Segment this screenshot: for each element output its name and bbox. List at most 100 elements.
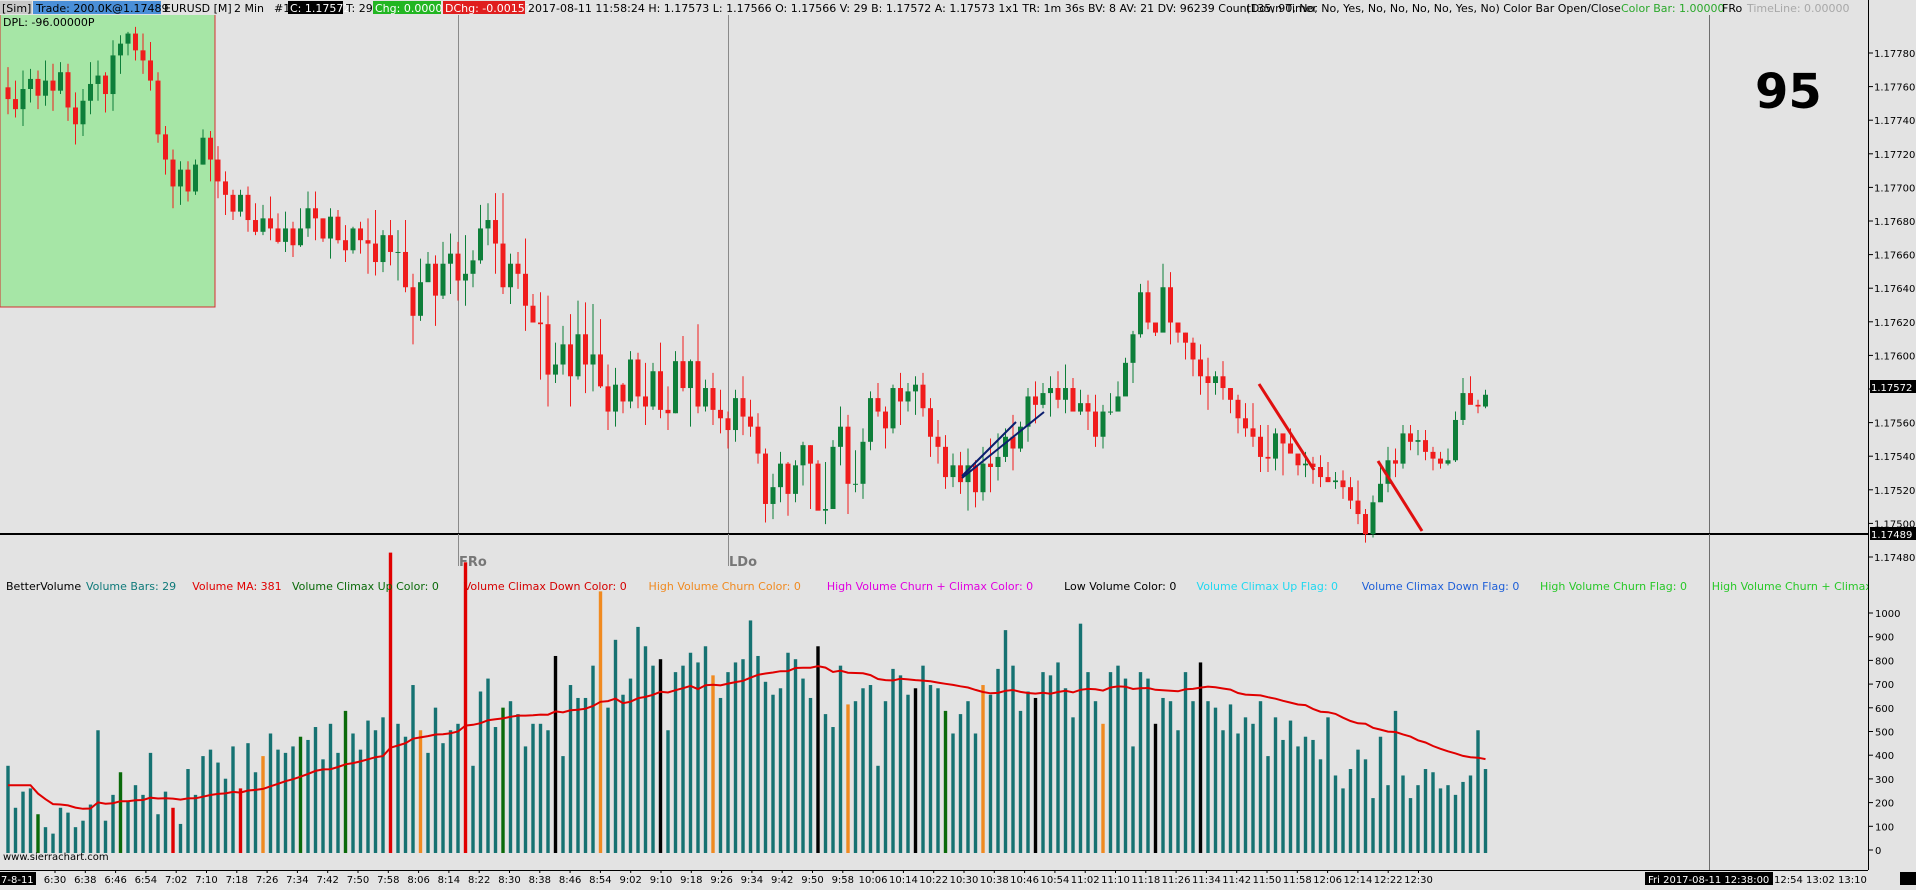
volume-tick-label: 1000: [1875, 609, 1900, 620]
candle-body: [575, 334, 581, 377]
volume-bar: [328, 723, 333, 853]
candle-body: [1265, 456, 1271, 459]
time-tick-label: 10:38: [980, 875, 1009, 886]
candle-body: [350, 228, 356, 251]
candle-body: [118, 43, 123, 56]
tick-count: T: 29: [345, 2, 373, 15]
candle-body: [58, 72, 63, 91]
volume-bar: [1033, 697, 1038, 853]
volume-bar: [1363, 759, 1368, 853]
volume-bar: [313, 727, 318, 853]
volume-bar: [553, 655, 558, 853]
candle-body: [1055, 388, 1061, 400]
candle-body: [395, 251, 401, 253]
price-tick-label: 1.17620: [1874, 318, 1915, 329]
fro-marker-label: FRo: [459, 555, 487, 570]
candle-body: [680, 361, 686, 389]
candle-body: [815, 463, 821, 511]
volume-bar: [1483, 769, 1488, 853]
volume-bar: [613, 639, 618, 853]
candle-body: [958, 465, 963, 483]
volume-bar: [1108, 672, 1113, 853]
candle-body: [388, 235, 393, 252]
candle-body: [380, 235, 386, 263]
time-tick-label: 11:26: [1162, 875, 1191, 886]
candle-body: [425, 263, 431, 283]
time-tick-label: 6:38: [74, 875, 96, 886]
candle-body: [875, 398, 881, 412]
dpl-value: DPL: -96.00000P: [3, 16, 95, 29]
volume-legend-item: Volume Climax Up Flag: 0: [1197, 580, 1339, 593]
candle: [868, 391, 873, 451]
volume-bar: [681, 665, 685, 853]
time-tick-label: 11:10: [1101, 875, 1130, 886]
candle-body: [5, 87, 11, 100]
volume-bar: [133, 785, 138, 853]
candle-body: [560, 344, 566, 365]
volume-bar: [1041, 672, 1045, 853]
candle-body: [238, 194, 243, 212]
timeframe-label[interactable]: 2 Min: [234, 2, 264, 15]
volume-bar: [1003, 630, 1008, 853]
candle-body: [1363, 514, 1368, 535]
close-value: C: 1.17572: [290, 2, 350, 15]
candle-body: [695, 361, 701, 407]
time-tick-label: 9:26: [710, 875, 732, 886]
candle-body: [620, 384, 626, 402]
volume-bar: [1011, 665, 1015, 853]
symbol-label[interactable]: EURUSD [M]: [164, 2, 232, 15]
candle-body: [1483, 394, 1488, 407]
volume-legend-item: High Volume Churn Flag: 0: [1540, 580, 1687, 593]
chart-canvas[interactable]: FRo LDo [Sim] Trade: 200.0K@1.17489 EURU…: [0, 0, 1916, 886]
candle-body: [1250, 428, 1256, 437]
platform-tag: [Sim]: [2, 2, 31, 15]
candle-body: [590, 354, 596, 365]
candle-body: [763, 453, 768, 504]
volume-bar: [351, 733, 355, 853]
volume-bar: [1101, 723, 1105, 853]
volume-bar: [223, 778, 228, 853]
candle-body: [125, 33, 131, 44]
candle-body: [1453, 419, 1458, 461]
time-tick-label: 11:18: [1131, 875, 1160, 886]
volume-bar: [501, 707, 505, 853]
volume-legend-item: Volume MA: 381: [192, 580, 281, 593]
volume-bar: [1281, 739, 1285, 853]
chart-window[interactable]: FRo LDo [Sim] Trade: 200.0K@1.17489 EURU…: [0, 0, 1916, 886]
candle-body: [35, 78, 41, 96]
time-tick-label: 10:54: [1040, 875, 1069, 886]
volume-bar: [1371, 798, 1375, 853]
volume-bar: [621, 694, 625, 853]
candle-body: [830, 446, 836, 509]
candle-body: [1288, 443, 1293, 454]
candle-body: [185, 169, 191, 192]
volume-bar: [516, 714, 520, 853]
volume-bar: [321, 759, 325, 853]
candle-body: [1325, 477, 1331, 483]
candle-body: [1228, 388, 1233, 400]
volume-bar: [88, 804, 93, 853]
time-tick-label: 6:30: [44, 875, 66, 886]
volume-bar: [936, 688, 940, 853]
candle-body: [778, 463, 783, 488]
volume-bar: [231, 746, 235, 853]
candle-body: [373, 243, 378, 263]
candle-body: [665, 409, 671, 414]
candle-body: [1348, 487, 1353, 501]
candle: [350, 226, 356, 254]
trade-info: Trade: 200.0K@1.17489: [35, 2, 169, 15]
volume-bar: [891, 668, 895, 853]
volume-bar: [1018, 710, 1023, 853]
fro-tag: FRo: [1722, 2, 1742, 15]
volume-bar: [163, 791, 168, 853]
volume-bar: [1063, 688, 1068, 853]
volume-bar: [673, 672, 678, 853]
time-tick-label: 10:06: [859, 875, 888, 886]
price-tick-label: 1.17560: [1874, 419, 1915, 430]
time-tick-label: 8:46: [559, 875, 581, 886]
volume-bar: [373, 730, 378, 853]
volume-bar: [838, 665, 843, 853]
volume-bar: [711, 675, 715, 853]
time-tick-label: 8:30: [498, 875, 520, 886]
candle-body: [1235, 399, 1241, 419]
